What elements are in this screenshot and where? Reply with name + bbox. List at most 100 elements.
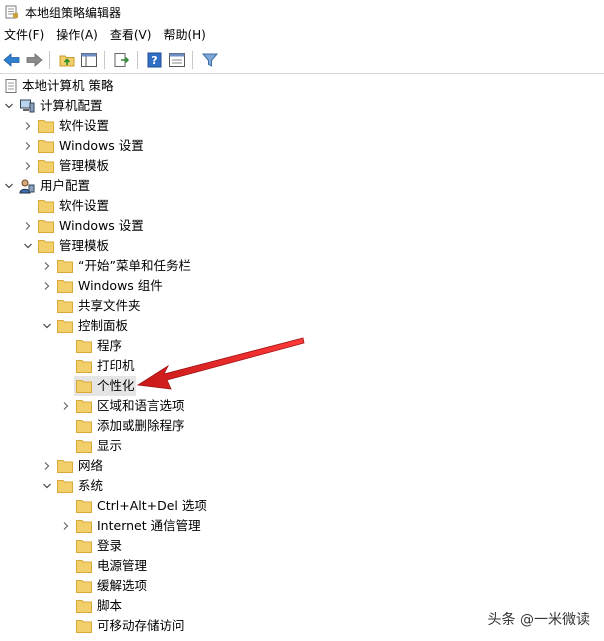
chevron-right-icon[interactable] — [61, 521, 71, 531]
up-folder-icon[interactable] — [57, 50, 77, 70]
tree-node-cc-admin[interactable]: 管理模板 — [0, 156, 604, 176]
folder-icon — [76, 340, 92, 353]
back-arrow-icon[interactable] — [2, 50, 22, 70]
tree-node-network[interactable]: 网络 — [0, 456, 604, 476]
folder-icon — [76, 440, 92, 453]
menu-file[interactable]: 文件(F) — [0, 24, 50, 46]
tree-label: 控制面板 — [78, 318, 129, 333]
title-bar: 本地组策略编辑器 — [0, 0, 604, 24]
tree-node-add-remove[interactable]: 添加或删除程序 — [0, 416, 604, 436]
tree-node-uc-software[interactable]: 软件设置 — [0, 196, 604, 216]
forward-arrow-icon[interactable] — [24, 50, 44, 70]
show-hide-tree-icon[interactable] — [79, 50, 99, 70]
menu-help[interactable]: 帮助(H) — [157, 24, 211, 46]
tree-label: 管理模板 — [59, 238, 110, 253]
tree-label: Internet 通信管理 — [97, 518, 201, 533]
properties-icon[interactable] — [167, 50, 187, 70]
folder-icon — [76, 360, 92, 373]
policy-document-icon — [5, 79, 17, 93]
filter-icon[interactable] — [200, 50, 220, 70]
folder-icon — [76, 400, 92, 413]
tree-label: 本地计算机 策略 — [22, 78, 114, 93]
folder-icon — [38, 220, 54, 233]
chevron-right-icon[interactable] — [42, 281, 52, 291]
chevron-down-icon[interactable] — [4, 181, 14, 191]
folder-icon — [57, 320, 73, 333]
svg-text:?: ? — [151, 54, 157, 67]
tree-label: 添加或删除程序 — [97, 418, 185, 433]
tree-node-internet-comm[interactable]: Internet 通信管理 — [0, 516, 604, 536]
chevron-right-icon[interactable] — [23, 161, 33, 171]
chevron-down-icon[interactable] — [42, 481, 52, 491]
chevron-right-icon[interactable] — [23, 121, 33, 131]
tree-node-user-config[interactable]: 用户配置 — [0, 176, 604, 196]
chevron-right-icon[interactable] — [42, 261, 52, 271]
tree-node-control-panel[interactable]: 控制面板 — [0, 316, 604, 336]
computer-icon — [20, 99, 35, 113]
tree-label: 管理模板 — [59, 158, 110, 173]
folder-icon — [38, 120, 54, 133]
menu-action[interactable]: 操作(A) — [50, 24, 104, 46]
tree-label: 电源管理 — [97, 558, 148, 573]
chevron-down-icon[interactable] — [4, 101, 14, 111]
folder-icon — [57, 460, 73, 473]
tree-node-uc-admin[interactable]: 管理模板 — [0, 236, 604, 256]
chevron-right-icon[interactable] — [23, 141, 33, 151]
folder-icon — [76, 580, 92, 593]
tree-label: Windows 设置 — [59, 138, 144, 153]
folder-icon — [38, 240, 54, 253]
tree-label: Ctrl+Alt+Del 选项 — [97, 498, 207, 513]
tree-node-root[interactable]: 本地计算机 策略 — [0, 76, 604, 96]
chevron-down-icon[interactable] — [23, 241, 33, 251]
user-icon — [19, 179, 35, 194]
tree-label: 软件设置 — [59, 198, 110, 213]
toolbar: ? — [0, 47, 604, 74]
tree-node-personalization[interactable]: 个性化 — [0, 376, 604, 396]
tree-label: Windows 组件 — [78, 278, 163, 293]
menu-view[interactable]: 查看(V) — [104, 24, 158, 46]
window-title: 本地组策略编辑器 — [25, 5, 122, 20]
export-list-icon[interactable] — [112, 50, 132, 70]
chevron-right-icon[interactable] — [61, 401, 71, 411]
tree-node-cc-software[interactable]: 软件设置 — [0, 116, 604, 136]
tree-node-logon[interactable]: 登录 — [0, 536, 604, 556]
tree-node-computer-config[interactable]: 计算机配置 — [0, 96, 604, 116]
chevron-down-icon[interactable] — [42, 321, 52, 331]
folder-icon — [57, 280, 73, 293]
tree-label: 显示 — [97, 438, 123, 453]
tree-node-power[interactable]: 电源管理 — [0, 556, 604, 576]
policy-editor-icon — [5, 5, 18, 19]
folder-icon — [76, 600, 92, 613]
tree-node-printers[interactable]: 打印机 — [0, 356, 604, 376]
tree-node-mitigation[interactable]: 缓解选项 — [0, 576, 604, 596]
tree-node-shared-folders[interactable]: 共享文件夹 — [0, 296, 604, 316]
folder-icon — [76, 620, 92, 633]
folder-icon — [38, 140, 54, 153]
chevron-right-icon[interactable] — [23, 221, 33, 231]
tree-node-region-lang[interactable]: 区域和语言选项 — [0, 396, 604, 416]
menu-bar: 文件(F) 操作(A) 查看(V) 帮助(H) — [0, 24, 604, 46]
tree-label: 用户配置 — [40, 178, 91, 193]
tree-node-cc-windows[interactable]: Windows 设置 — [0, 136, 604, 156]
tree-label: 个性化 — [97, 378, 135, 393]
chevron-right-icon[interactable] — [42, 461, 52, 471]
tree-node-display[interactable]: 显示 — [0, 436, 604, 456]
tree-label: 系统 — [78, 478, 104, 493]
toolbar-separator — [104, 51, 105, 69]
tree-label: 共享文件夹 — [78, 298, 141, 313]
tree-label: 区域和语言选项 — [97, 398, 185, 413]
folder-icon — [76, 420, 92, 433]
tree-node-win-components[interactable]: Windows 组件 — [0, 276, 604, 296]
toolbar-separator — [192, 51, 193, 69]
folder-icon — [57, 260, 73, 273]
tree-node-uc-windows[interactable]: Windows 设置 — [0, 216, 604, 236]
tree-node-start-taskbar[interactable]: “开始”菜单和任务栏 — [0, 256, 604, 276]
tree-node-ctrl-alt-del[interactable]: Ctrl+Alt+Del 选项 — [0, 496, 604, 516]
tree-label: 可移动存储访问 — [97, 618, 185, 633]
help-icon[interactable]: ? — [145, 50, 165, 70]
tree-node-programs[interactable]: 程序 — [0, 336, 604, 356]
tree-label: 网络 — [78, 458, 104, 473]
tree-node-system[interactable]: 系统 — [0, 476, 604, 496]
folder-icon — [76, 540, 92, 553]
tree-label: 计算机配置 — [40, 98, 103, 113]
